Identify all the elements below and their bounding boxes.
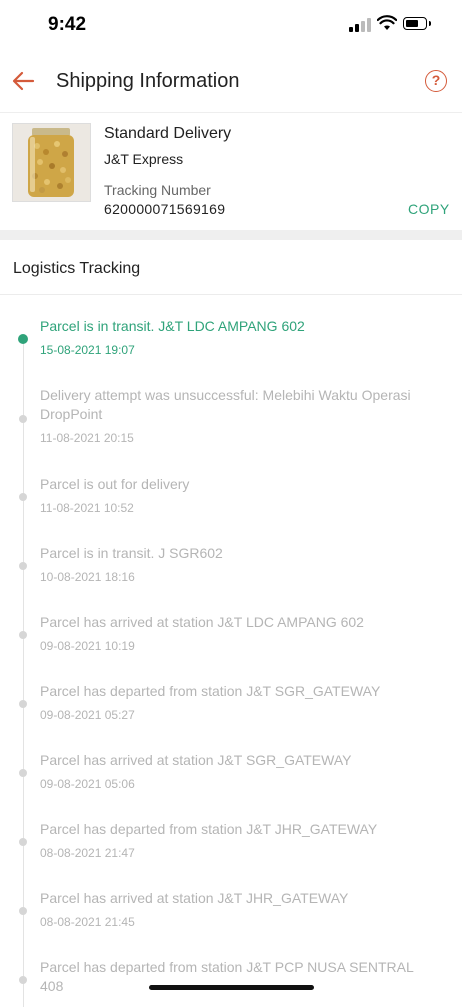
- timeline-dot-active: [18, 334, 28, 344]
- tracking-timeline: Parcel is in transit. J&T LDC AMPANG 602…: [0, 295, 462, 1007]
- event-time: 09-08-2021 10:19: [40, 639, 135, 653]
- event-time: 08-08-2021 21:47: [40, 846, 135, 860]
- timeline-dot: [19, 769, 27, 777]
- tracking-number-label: Tracking Number: [104, 182, 211, 198]
- back-arrow-icon[interactable]: [11, 68, 37, 94]
- event-time: 15-08-2021 19:07: [40, 343, 135, 357]
- timeline-dot: [19, 631, 27, 639]
- section-divider: [0, 230, 462, 240]
- event-time: 10-08-2021 18:16: [40, 570, 135, 584]
- event-message: Delivery attempt was unsuccessful: Meleb…: [40, 387, 411, 422]
- logistics-tracking-title: Logistics Tracking: [13, 260, 141, 277]
- page-title: Shipping Information: [56, 70, 240, 92]
- help-icon[interactable]: ?: [425, 70, 447, 92]
- status-time: 9:42: [48, 14, 87, 35]
- timeline-dot: [19, 976, 27, 984]
- event-time: 11-08-2021 10:52: [40, 501, 134, 515]
- event-message: Parcel has departed from station J&T PCP…: [40, 959, 414, 994]
- event-message: Parcel is out for delivery: [40, 476, 190, 492]
- event-message: Parcel is in transit. J&T LDC AMPANG 602: [40, 318, 305, 334]
- carrier-name: J&T Express: [104, 151, 184, 167]
- home-indicator[interactable]: [149, 985, 314, 990]
- event-message: Parcel has arrived at station J&T LDC AM…: [40, 614, 364, 630]
- battery-icon: [403, 17, 427, 30]
- event-message: Parcel has arrived at station J&T SGR_GA…: [40, 752, 352, 768]
- timeline-dot: [19, 838, 27, 846]
- copy-button[interactable]: COPY: [408, 201, 450, 217]
- battery-tip: [429, 21, 431, 26]
- wifi-icon: [377, 15, 397, 30]
- event-time: 09-08-2021 05:06: [40, 777, 135, 791]
- cellular-signal-icon: [349, 18, 371, 32]
- product-thumbnail: [12, 123, 91, 202]
- timeline-dot: [19, 700, 27, 708]
- event-time: 08-08-2021 21:45: [40, 915, 135, 929]
- timeline-dot: [19, 415, 27, 423]
- event-message: Parcel has arrived at station J&T JHR_GA…: [40, 890, 349, 906]
- event-time: 09-08-2021 05:27: [40, 708, 135, 722]
- event-message: Parcel has departed from station J&T SGR…: [40, 683, 381, 699]
- event-message: Parcel is in transit. J SGR602: [40, 545, 223, 561]
- event-time: 11-08-2021 20:15: [40, 431, 134, 445]
- timeline-dot: [19, 907, 27, 915]
- timeline-dot: [19, 562, 27, 570]
- tracking-number: 620000071569169: [104, 201, 226, 217]
- event-message: Parcel has departed from station J&T JHR…: [40, 821, 378, 837]
- header: Shipping Information ?: [0, 52, 462, 113]
- shipment-card: Standard Delivery J&T Express Tracking N…: [0, 113, 462, 230]
- delivery-type: Standard Delivery: [104, 125, 232, 142]
- status-bar: 9:42: [0, 0, 462, 52]
- timeline-dot: [19, 493, 27, 501]
